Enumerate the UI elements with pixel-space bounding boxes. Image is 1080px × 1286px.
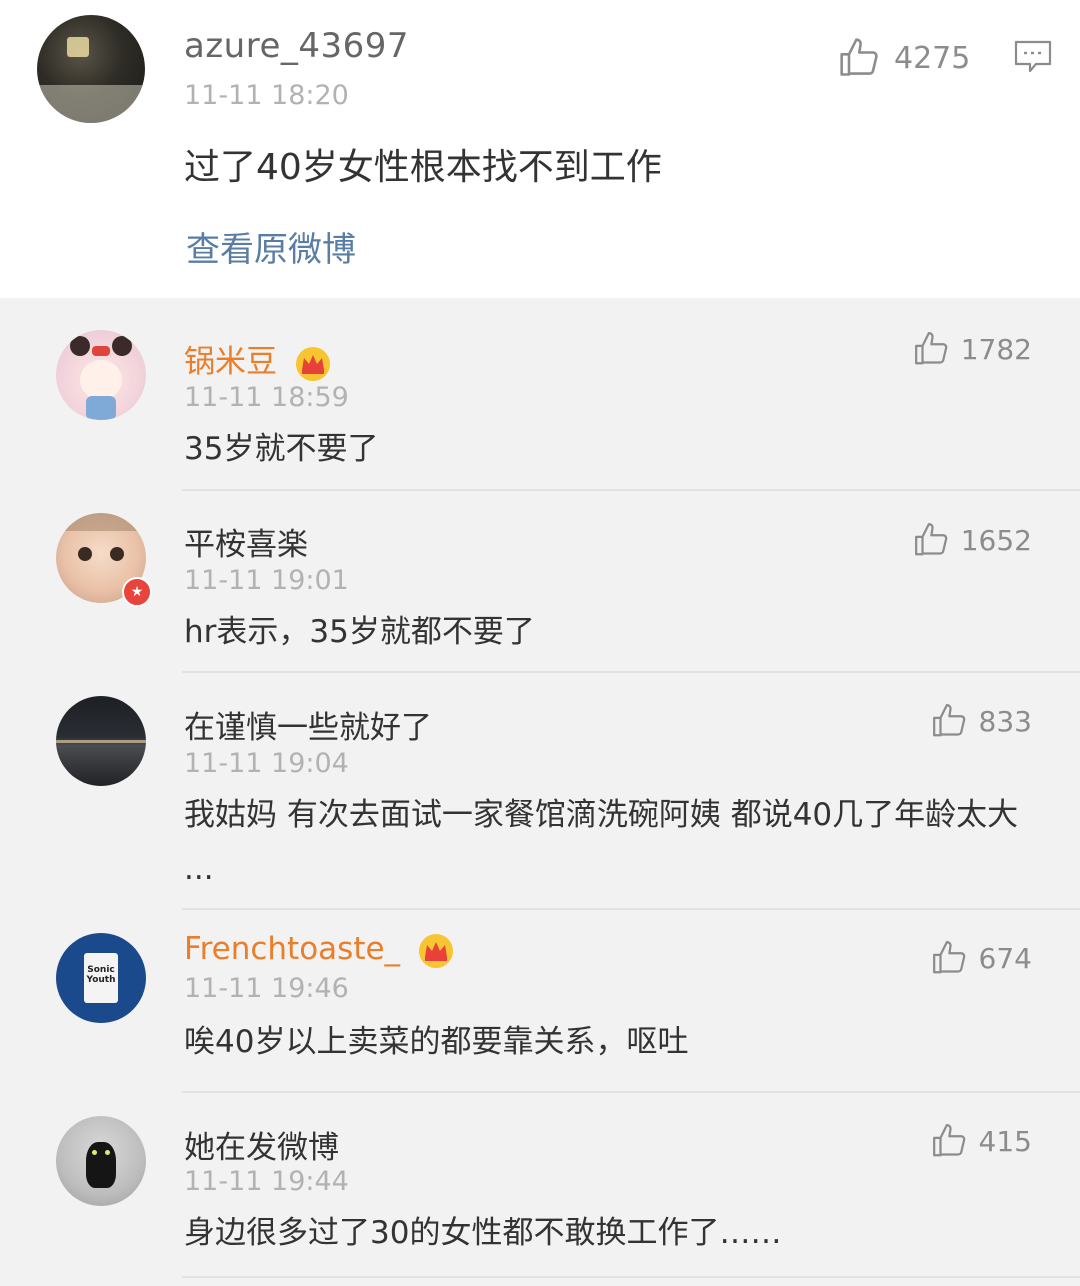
view-original-link[interactable]: 查看原微博 <box>186 222 356 271</box>
like-count: 1782 <box>960 332 1032 366</box>
divider <box>182 1276 1080 1278</box>
divider <box>182 908 1080 910</box>
user-avatar[interactable] <box>56 330 146 420</box>
comment-timestamp: 11-11 19:46 <box>184 973 349 1004</box>
avatar-text: Sonic Youth <box>86 965 116 985</box>
original-post: azure_43697 11-11 18:20 过了40岁女性根本找不到工作 查… <box>0 0 1080 298</box>
divider <box>182 1091 1080 1093</box>
user-avatar[interactable]: Sonic Youth <box>56 933 146 1023</box>
like-count: 833 <box>978 704 1032 738</box>
like-count: 4275 <box>894 40 971 76</box>
post-text: 过了40岁女性根本找不到工作 <box>184 147 662 188</box>
vip-crown-icon <box>295 346 330 381</box>
comment-timestamp: 11-11 18:59 <box>184 382 349 413</box>
thumbs-up-icon <box>914 523 948 556</box>
like-button[interactable]: 833 <box>931 702 1032 740</box>
comment-text: 身边很多过了30的女性都不敢换工作了…… <box>184 1215 782 1251</box>
comment-timestamp: 11-11 19:44 <box>184 1166 349 1197</box>
post-timestamp: 11-11 18:20 <box>184 80 349 111</box>
vip-crown-icon <box>418 933 453 968</box>
comment-text: 唉40岁以上卖菜的都要靠关系，呕吐 <box>184 1024 689 1060</box>
comment-icon[interactable] <box>1014 40 1052 74</box>
comment-timestamp: 11-11 19:04 <box>184 748 349 779</box>
comment-username[interactable]: 平桉喜楽 <box>184 519 308 564</box>
divider <box>182 489 1080 491</box>
post-username[interactable]: azure_43697 <box>184 26 409 66</box>
like-count: 674 <box>978 941 1032 975</box>
user-avatar[interactable] <box>56 1116 146 1206</box>
like-button[interactable]: 415 <box>931 1122 1032 1160</box>
comment-username[interactable]: Frenchtoaste_ <box>184 931 454 969</box>
like-button[interactable]: 1652 <box>913 521 1032 559</box>
comment-username[interactable]: 在谨慎一些就好了 <box>184 702 432 747</box>
divider <box>182 671 1080 673</box>
verified-badge-icon: ★ <box>122 577 152 607</box>
thumbs-up-icon <box>914 332 948 365</box>
comment-text: hr表示，35岁就都不要了 <box>184 614 535 650</box>
comment-username[interactable]: 她在发微博 <box>184 1122 339 1167</box>
thumbs-up-icon <box>932 941 965 974</box>
like-button[interactable]: 1782 <box>913 330 1032 368</box>
thumbs-up-icon <box>840 38 878 76</box>
comment-timestamp: 11-11 19:01 <box>184 565 349 596</box>
like-button[interactable]: 674 <box>931 939 1032 977</box>
comment-text: 35岁就不要了 <box>184 431 379 467</box>
comment-username[interactable]: 锅米豆 <box>184 336 331 382</box>
comment-text: 我姑妈 有次去面试一家餐馆滴洗碗阿姨 都说40几了年龄太大 ... <box>184 797 1019 887</box>
user-avatar[interactable] <box>56 696 146 786</box>
thumbs-up-icon <box>932 1124 965 1157</box>
like-button[interactable]: 4275 <box>838 36 970 80</box>
like-count: 1652 <box>960 523 1032 557</box>
like-count: 415 <box>978 1124 1032 1158</box>
user-avatar[interactable] <box>37 15 145 123</box>
thumbs-up-icon <box>932 704 965 737</box>
